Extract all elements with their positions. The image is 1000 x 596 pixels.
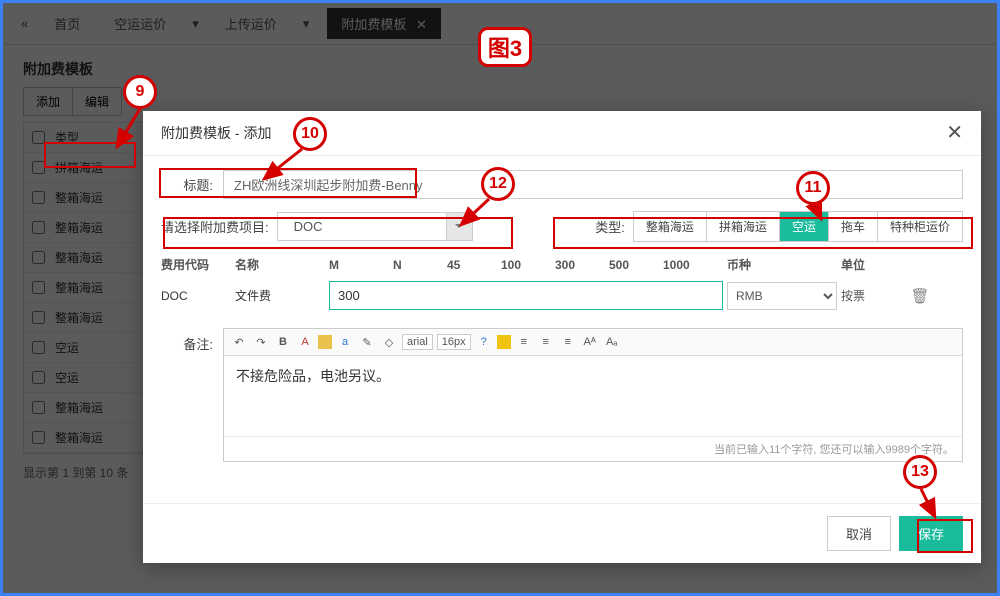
surcharge-select-value: DOC bbox=[277, 212, 447, 241]
redo-icon[interactable]: ↷ bbox=[252, 333, 270, 351]
type-option-truck[interactable]: 拖车 bbox=[829, 212, 878, 241]
annotation-9: 9 bbox=[123, 75, 157, 109]
align-right-icon[interactable]: ≡ bbox=[559, 333, 577, 351]
annotation-11: 11 bbox=[796, 171, 830, 205]
fee-name: 文件费 bbox=[235, 287, 325, 304]
fee-grid-header: 费用代码 名称 M N 45 100 300 500 1000 币种 单位 bbox=[161, 256, 963, 281]
surcharge-select[interactable]: DOC bbox=[277, 212, 473, 241]
remark-label: 备注: bbox=[161, 328, 213, 462]
font-a-icon[interactable]: a bbox=[336, 333, 354, 351]
modal-title: 附加费模板 - 添加 bbox=[161, 123, 271, 143]
superscript-icon[interactable]: Aᴬ bbox=[581, 333, 599, 351]
font-family-select[interactable]: arial bbox=[402, 334, 433, 350]
highlight-icon[interactable] bbox=[497, 335, 511, 349]
fee-value-input[interactable] bbox=[329, 281, 723, 310]
type-option-fcl[interactable]: 整箱海运 bbox=[634, 212, 707, 241]
subscript-icon[interactable]: Aₐ bbox=[603, 333, 621, 351]
help-icon[interactable]: ? bbox=[475, 333, 493, 351]
cancel-button[interactable]: 取消 bbox=[827, 516, 891, 551]
annotation-12: 12 bbox=[481, 167, 515, 201]
title-label: 标题: bbox=[161, 175, 213, 194]
type-segmented: 整箱海运 拼箱海运 空运 拖车 特种柜运价 bbox=[633, 211, 963, 242]
eraser-icon[interactable]: ◇ bbox=[380, 333, 398, 351]
modal-close-button[interactable]: ✕ bbox=[946, 123, 963, 143]
currency-select[interactable]: RMB bbox=[727, 282, 837, 310]
type-option-special[interactable]: 特种柜运价 bbox=[878, 212, 962, 241]
fee-grid-row: DOC 文件费 RMB 按票 🗑 bbox=[161, 281, 963, 322]
type-option-lcl[interactable]: 拼箱海运 bbox=[707, 212, 780, 241]
editor-toolbar: ↶ ↷ B A a ✎ ◇ arial 16px ? ≡ ≡ ≡ Aᴬ Aₐ bbox=[224, 329, 962, 356]
surcharge-select-label: 请选择附加费项目: bbox=[161, 217, 269, 236]
title-input[interactable] bbox=[223, 170, 963, 199]
bgcolor-icon[interactable] bbox=[318, 335, 332, 349]
type-label: 类型: bbox=[595, 217, 625, 236]
editor-body[interactable]: 不接危险品，电池另议。 bbox=[224, 356, 962, 436]
editor-char-counter: 当前已输入11个字符, 您还可以输入9989个字符。 bbox=[224, 436, 962, 461]
annotation-13: 13 bbox=[903, 455, 937, 489]
font-size-select[interactable]: 16px bbox=[437, 334, 471, 350]
fee-code: DOC bbox=[161, 289, 231, 303]
fgcolor-icon[interactable]: A bbox=[296, 333, 314, 351]
annotation-fig3: 图3 bbox=[478, 27, 532, 67]
delete-row-button[interactable]: 🗑 bbox=[905, 287, 935, 305]
brush-icon[interactable]: ✎ bbox=[358, 333, 376, 351]
bold-icon[interactable]: B bbox=[274, 333, 292, 351]
undo-icon[interactable]: ↶ bbox=[230, 333, 248, 351]
annotation-10: 10 bbox=[293, 117, 327, 151]
rich-text-editor: ↶ ↷ B A a ✎ ◇ arial 16px ? ≡ ≡ ≡ Aᴬ Aₐ bbox=[223, 328, 963, 462]
fee-unit: 按票 bbox=[841, 287, 901, 304]
align-center-icon[interactable]: ≡ bbox=[537, 333, 555, 351]
align-left-icon[interactable]: ≡ bbox=[515, 333, 533, 351]
